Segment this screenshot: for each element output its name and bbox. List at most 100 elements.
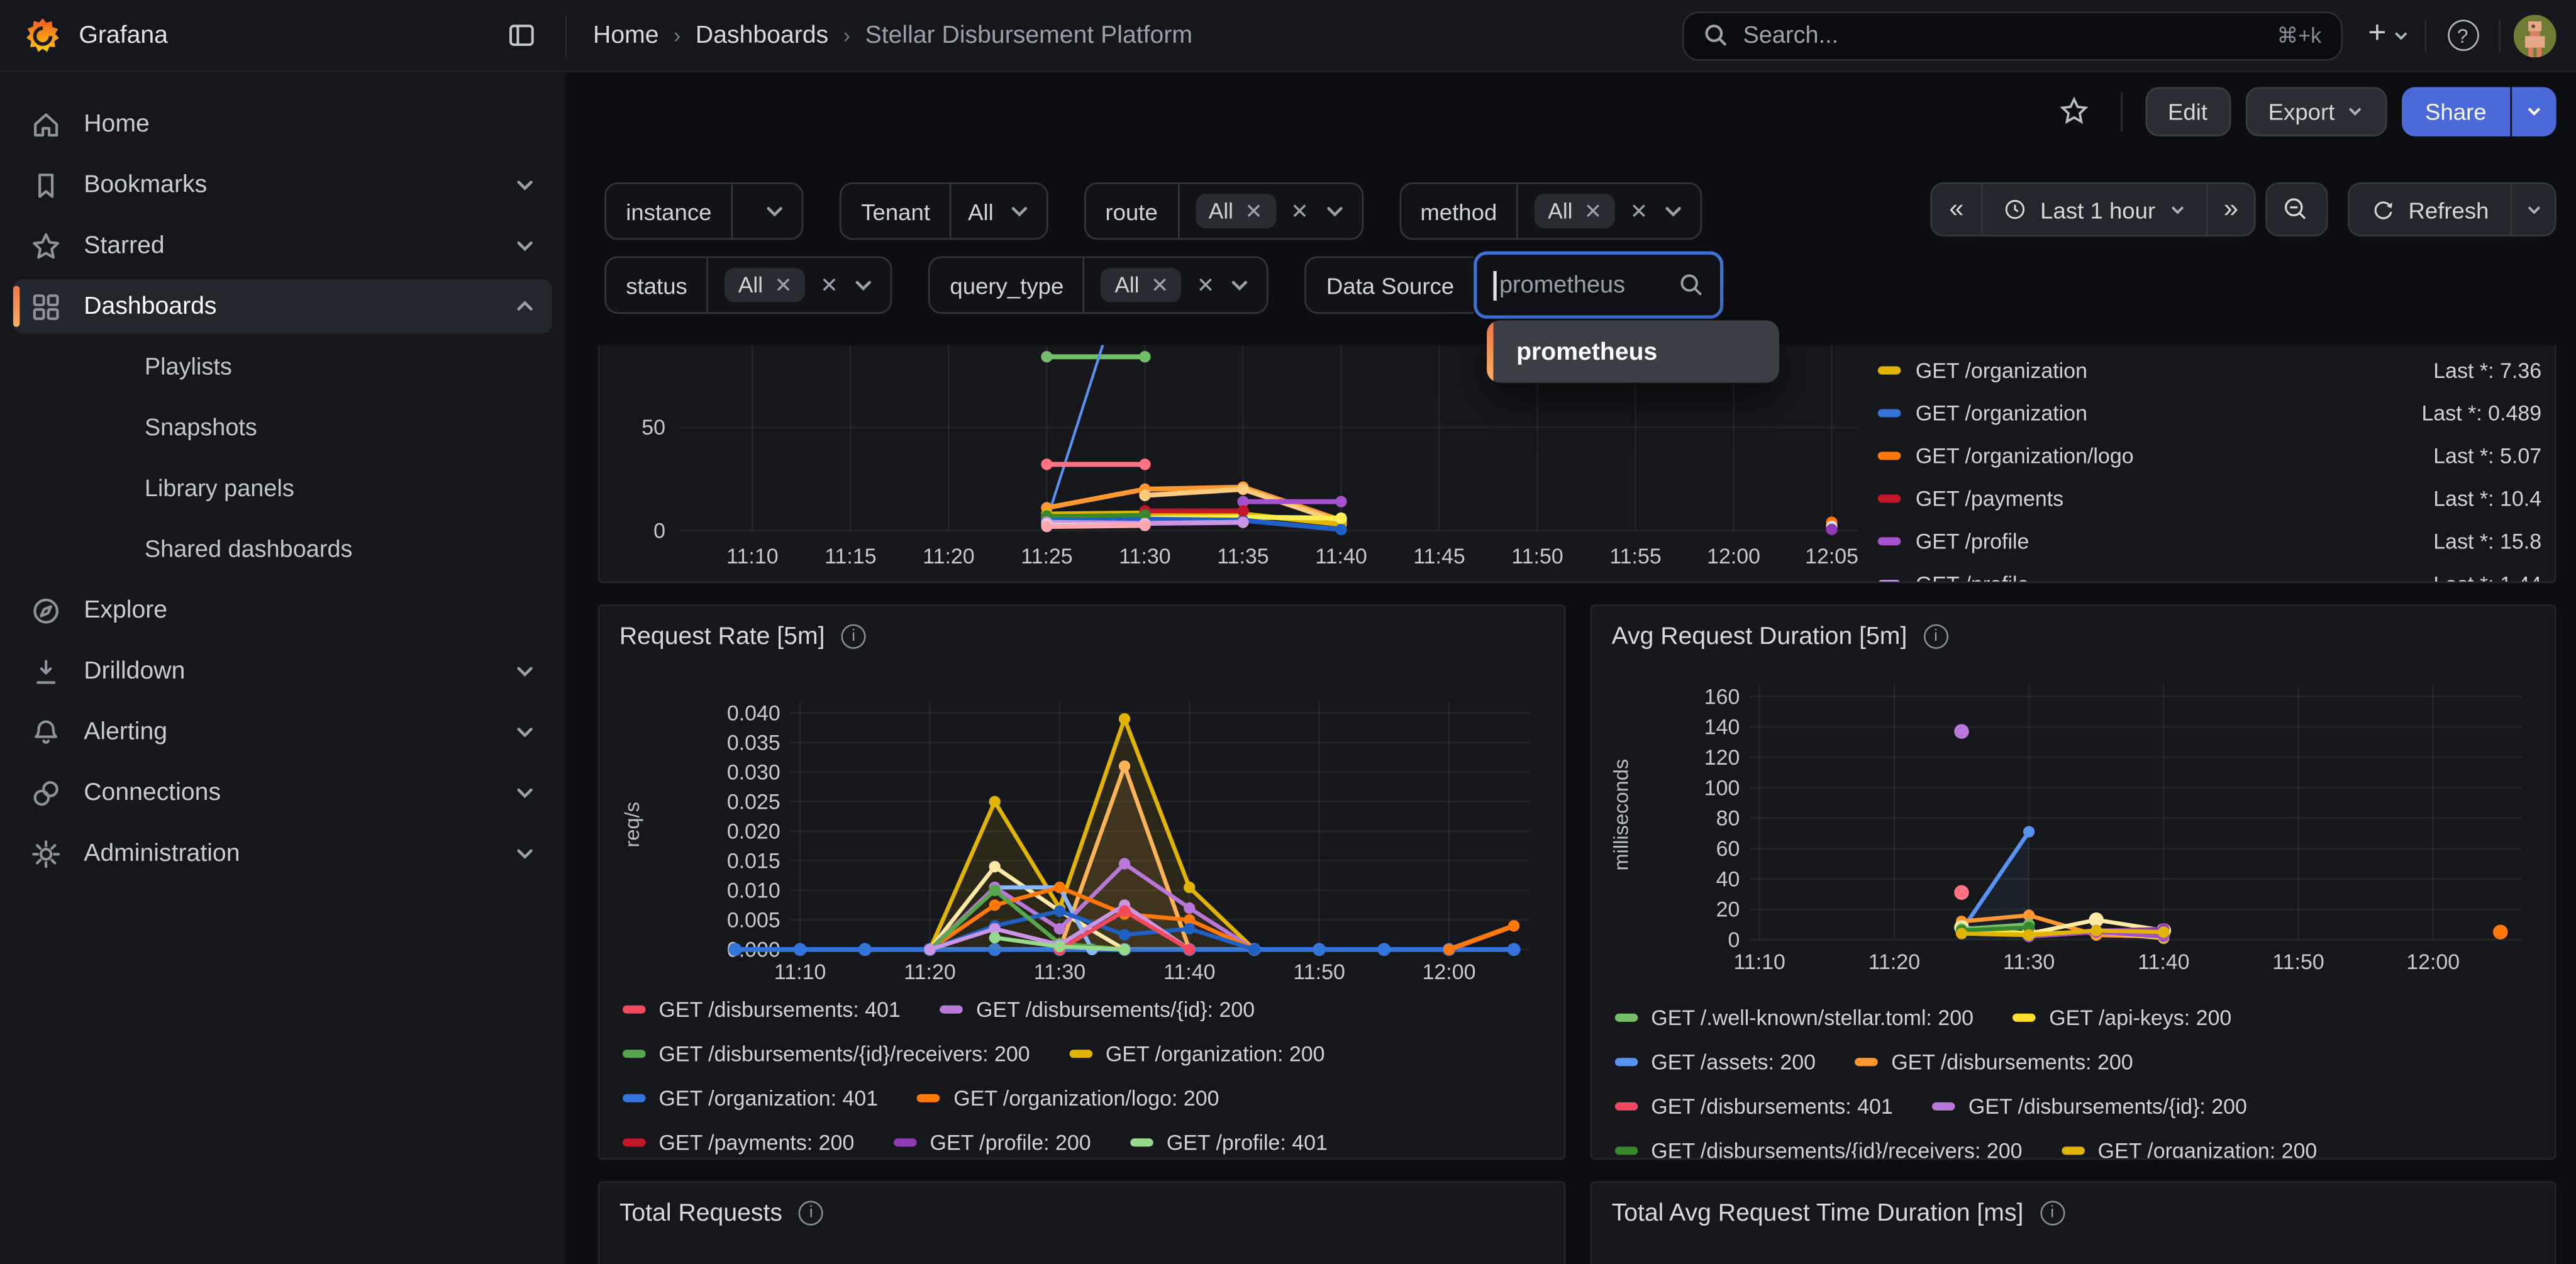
sidebar-item-starred[interactable]: Starred [13, 218, 552, 272]
chevron-down-icon[interactable] [514, 782, 536, 803]
help-button[interactable]: ? [2440, 14, 2485, 57]
remove-value-icon[interactable]: ✕ [1584, 201, 1602, 222]
legend-item[interactable]: GET /disbursements/{id}/receivers: 200 [623, 1041, 1030, 1066]
sidebar-item-administration[interactable]: Administration [13, 826, 552, 880]
filter-value-chip[interactable]: All✕ [1101, 268, 1182, 302]
sidebar-item-explore[interactable]: Explore [13, 583, 552, 637]
legend-item[interactable]: GET /assets: 200 [1615, 1050, 1816, 1074]
export-button[interactable]: Export [2245, 86, 2387, 135]
remove-value-icon[interactable]: ✕ [1151, 274, 1169, 296]
chevron-down-icon[interactable] [1663, 201, 1684, 222]
legend-item[interactable]: GET /profile Last *: 15.8 [1878, 519, 2541, 562]
chevron-down-icon[interactable] [853, 274, 874, 296]
filter-pill-tenant[interactable]: TenantAll [840, 182, 1048, 240]
filter-value-chip[interactable]: All✕ [1196, 194, 1276, 228]
grafana-logo-icon[interactable] [23, 16, 63, 55]
chevron-down-icon[interactable] [1323, 201, 1345, 222]
avatar[interactable] [2514, 14, 2557, 57]
sidebar-item-drilldown[interactable]: Drilldown [13, 644, 552, 698]
share-button[interactable]: Share [2402, 86, 2509, 135]
chevron-down-icon[interactable] [1008, 201, 1030, 222]
datasource-input[interactable]: prometheus [1474, 252, 1724, 319]
filter-pill-query_type[interactable]: query_typeAll✕✕ [928, 257, 1269, 314]
chevron-up-icon[interactable] [514, 296, 536, 317]
time-range-picker[interactable]: Last 1 hour [1983, 182, 2206, 236]
sidebar-item-shared-dashboards[interactable]: Shared dashboards [13, 523, 552, 577]
series-name: GET /disbursements: 200 [1891, 1050, 2133, 1074]
breadcrumb-home[interactable]: Home [593, 21, 659, 49]
filter-value-chip[interactable]: All✕ [1535, 194, 1615, 228]
favorite-star-icon[interactable] [2051, 88, 2097, 134]
chevron-down-icon[interactable] [514, 235, 536, 257]
sidebar-item-snapshots[interactable]: Snapshots [13, 401, 552, 455]
legend-item[interactable]: GET /organization Last *: 0.489 [1878, 391, 2541, 434]
breadcrumb-dashboards[interactable]: Dashboards [696, 21, 828, 49]
clear-filter-icon[interactable]: ✕ [820, 274, 838, 296]
breadcrumb-current: Stellar Disbursement Platform [865, 21, 1192, 49]
legend-item[interactable]: GET /organization Last *: 7.36 [1878, 348, 2541, 391]
clear-filter-icon[interactable]: ✕ [1630, 201, 1648, 222]
sidebar-item-library-panels[interactable]: Library panels [13, 462, 552, 516]
legend-item[interactable]: GET /api-keys: 200 [2013, 1006, 2232, 1030]
chevron-down-icon[interactable] [1230, 274, 1251, 296]
legend-item[interactable]: GET /disbursements/{id}/receivers: 200 [1615, 1138, 2023, 1160]
legend-item[interactable]: GET /organization: 200 [1069, 1041, 1324, 1066]
sidebar-item-alerting[interactable]: Alerting [13, 705, 552, 759]
legend-item[interactable]: GET /payments: 200 [623, 1130, 854, 1155]
legend-item[interactable]: GET /disbursements: 401 [1615, 1094, 1893, 1119]
panel-total-avg-duration[interactable]: Total Avg Request Time Duration [ms] i [1591, 1181, 2557, 1264]
panel-total-requests[interactable]: Total Requests i [598, 1181, 1566, 1264]
clear-filter-icon[interactable]: ✕ [1291, 201, 1308, 222]
sidebar-item-home[interactable]: Home [13, 97, 552, 151]
chevron-down-icon[interactable] [764, 201, 786, 222]
edit-button[interactable]: Edit [2145, 86, 2230, 135]
time-shift-back-button[interactable]: « [1930, 182, 1983, 236]
legend-item[interactable]: GET /organization: 401 [623, 1086, 878, 1111]
sidebar-item-connections[interactable]: Connections [13, 765, 552, 819]
search-input[interactable]: Search... ⌘+k [1682, 11, 2343, 60]
panel-request-rate[interactable]: Request Rate [5m] i 11:1011:2011:3011:40… [598, 604, 1566, 1160]
sidebar-collapse-icon[interactable] [499, 14, 542, 57]
legend-item[interactable]: GET /organization: 200 [2062, 1138, 2317, 1160]
sidebar-item-dashboards[interactable]: Dashboards [13, 279, 552, 333]
info-icon[interactable]: i [2040, 1201, 2065, 1226]
filter-pill-status[interactable]: statusAll✕✕ [604, 257, 892, 314]
time-shift-forward-button[interactable]: » [2206, 182, 2255, 236]
filter-value[interactable]: All [968, 198, 994, 225]
share-menu-chevron[interactable] [2512, 86, 2557, 135]
chevron-down-icon[interactable] [514, 174, 536, 196]
legend-item[interactable]: GET /disbursements/{id}: 200 [940, 997, 1255, 1022]
filter-pill-method[interactable]: methodAll✕✕ [1399, 182, 1702, 240]
legend-item[interactable]: GET /organization/logo: 200 [918, 1086, 1219, 1111]
panel-avg-duration[interactable]: Avg Request Duration [5m] i 11:1011:2011… [1591, 604, 2557, 1160]
zoom-out-button[interactable] [2265, 182, 2328, 236]
sidebar-item-playlists[interactable]: Playlists [13, 340, 552, 394]
legend-item[interactable]: GET /profile: 200 [894, 1130, 1091, 1155]
legend-item[interactable]: GET /disbursements: 200 [1855, 1050, 2133, 1074]
legend-item[interactable]: GET /payments Last *: 10.4 [1878, 477, 2541, 519]
x-tick-label: 11:10 [774, 960, 826, 984]
info-icon[interactable]: i [799, 1201, 823, 1226]
chevron-down-icon[interactable] [514, 660, 536, 682]
datasource-option-prometheus[interactable]: prometheus [1494, 320, 1680, 382]
legend-item[interactable]: GET /profile: 401 [1130, 1130, 1328, 1155]
legend-item[interactable]: GET /disbursements/{id}: 200 [1932, 1094, 2246, 1119]
legend-item[interactable]: GET /disbursements: 401 [623, 997, 901, 1022]
remove-value-icon[interactable]: ✕ [1245, 201, 1262, 222]
refresh-interval-chevron[interactable] [2511, 182, 2557, 236]
info-icon[interactable]: i [841, 624, 866, 649]
add-button[interactable]: + [2366, 14, 2412, 57]
sidebar-item-bookmarks[interactable]: Bookmarks [13, 158, 552, 212]
refresh-button[interactable]: Refresh [2348, 182, 2512, 236]
filter-pill-instance[interactable]: instance [604, 182, 803, 240]
clear-filter-icon[interactable]: ✕ [1197, 274, 1214, 296]
chevron-down-icon[interactable] [514, 721, 536, 743]
filter-value-chip[interactable]: All✕ [725, 268, 806, 302]
filter-pill-route[interactable]: routeAll✕✕ [1084, 182, 1362, 240]
info-icon[interactable]: i [1923, 624, 1948, 649]
legend-item[interactable]: GET /organization/logo Last *: 5.07 [1878, 434, 2541, 477]
legend-item[interactable]: GET /.well-known/stellar.toml: 200 [1615, 1006, 1974, 1030]
legend-item[interactable]: GET /profile Last *: 1.44 [1878, 562, 2541, 583]
remove-value-icon[interactable]: ✕ [774, 274, 792, 296]
chevron-down-icon[interactable] [514, 843, 536, 864]
